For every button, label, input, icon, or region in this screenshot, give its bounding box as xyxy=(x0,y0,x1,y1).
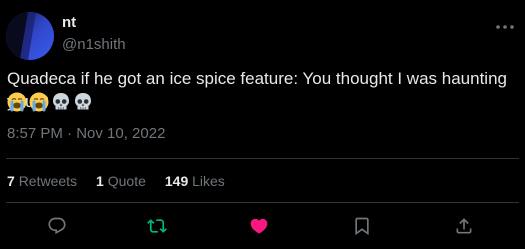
retweets-count: 7 xyxy=(7,173,15,189)
retweet-button[interactable] xyxy=(145,214,169,238)
divider xyxy=(6,202,519,203)
tweet-emojis xyxy=(7,92,93,112)
reply-button[interactable] xyxy=(45,214,69,238)
quotes-label: Quote xyxy=(107,173,146,189)
retweets-label: Retweets xyxy=(18,173,78,189)
tweet-card: nt @n1shith Quadeca if he got an ice spi… xyxy=(0,0,525,249)
likes-label: Likes xyxy=(192,173,225,189)
loudly-crying-face-icon xyxy=(7,92,27,112)
retweet-icon xyxy=(147,219,167,233)
tweet-stats: 7 Retweets 1 Quote 149 Likes xyxy=(7,171,225,191)
divider xyxy=(6,158,519,159)
display-name[interactable]: nt xyxy=(62,13,76,33)
quotes-count: 1 xyxy=(96,173,104,189)
quotes-stat[interactable]: 1 Quote xyxy=(96,171,146,191)
loudly-crying-face-icon xyxy=(29,92,49,112)
heart-icon xyxy=(250,218,268,234)
skull-icon xyxy=(53,93,69,110)
skull-icon xyxy=(75,93,91,110)
avatar[interactable] xyxy=(6,12,54,60)
avatar-image xyxy=(6,12,54,60)
likes-count: 149 xyxy=(164,173,189,189)
more-dots-icon xyxy=(496,25,514,29)
like-button[interactable] xyxy=(247,214,271,238)
retweets-stat[interactable]: 7 Retweets xyxy=(7,171,77,191)
likes-stat[interactable]: 149 Likes xyxy=(165,171,225,191)
tweet-actions xyxy=(0,214,525,238)
speech-bubble-icon xyxy=(48,217,66,235)
bookmark-button[interactable] xyxy=(350,214,374,238)
bookmark-icon xyxy=(355,217,369,236)
share-button[interactable] xyxy=(452,214,476,238)
share-icon xyxy=(456,218,472,234)
tweet-timestamp[interactable]: 8:57 PM · Nov 10, 2022 xyxy=(7,124,165,144)
more-options-button[interactable] xyxy=(494,16,516,38)
user-handle[interactable]: @n1shith xyxy=(62,35,126,55)
